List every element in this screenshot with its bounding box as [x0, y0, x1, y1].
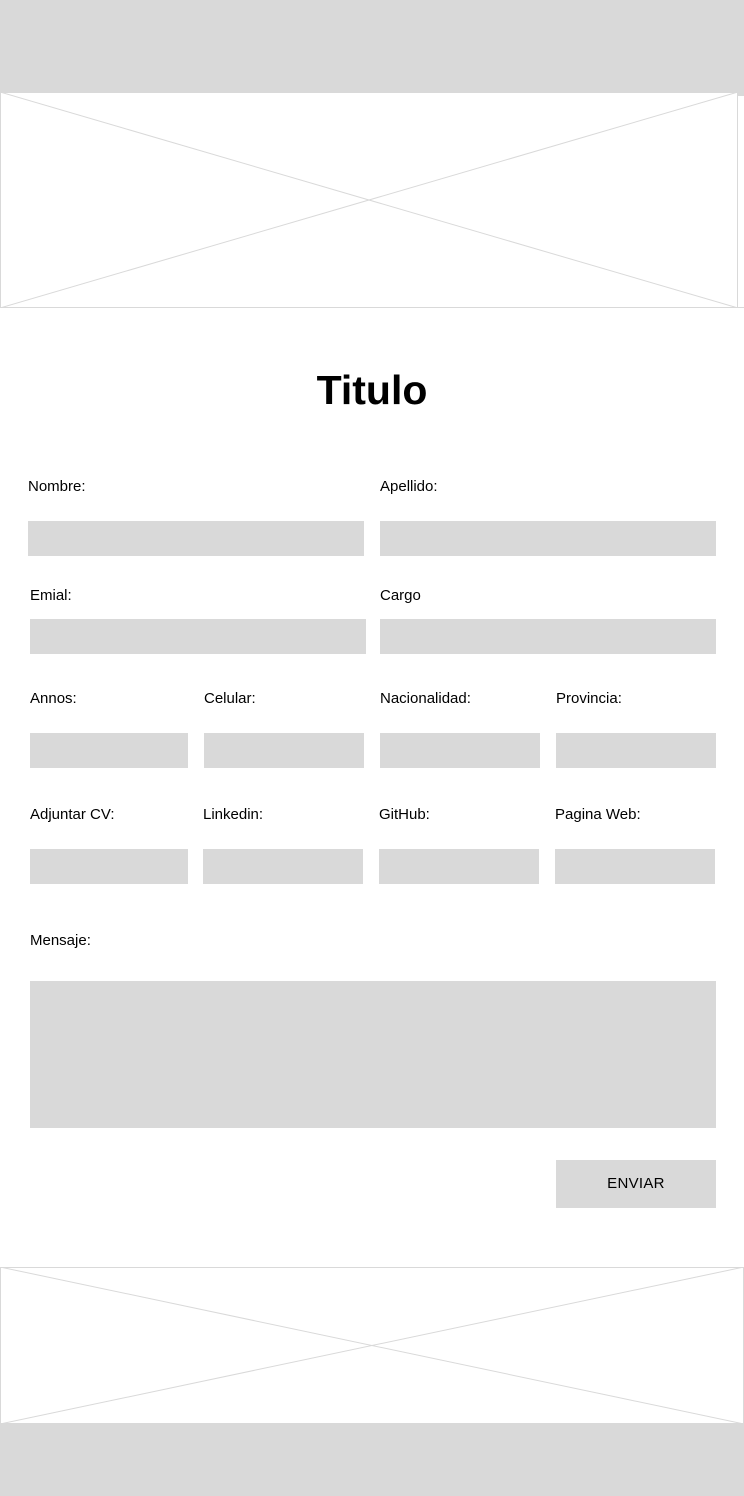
provincia-input[interactable]: [556, 733, 716, 768]
cargo-label: Cargo: [380, 587, 421, 604]
page-title: Titulo: [316, 367, 428, 413]
web-label: Pagina Web:: [555, 806, 641, 823]
footer-bar: [0, 1424, 744, 1496]
nacionalidad-label: Nacionalidad:: [380, 690, 471, 707]
github-input[interactable]: [379, 849, 539, 884]
cv-label: Adjuntar CV:: [30, 806, 115, 823]
annos-input[interactable]: [30, 733, 188, 768]
cargo-input[interactable]: [380, 619, 716, 654]
nacionalidad-input[interactable]: [380, 733, 540, 768]
mensaje-textarea[interactable]: [30, 981, 716, 1128]
footer-image-placeholder: [0, 1267, 744, 1424]
enviar-button[interactable]: ENVIAR: [556, 1160, 716, 1208]
nombre-label: Nombre:: [28, 478, 86, 495]
linkedin-input[interactable]: [203, 849, 363, 884]
apellido-label: Apellido:: [380, 478, 438, 495]
web-input[interactable]: [555, 849, 715, 884]
hero-image-placeholder: [0, 92, 744, 308]
image-placeholder-icon: [0, 1267, 744, 1424]
nombre-input[interactable]: [28, 521, 364, 556]
email-input[interactable]: [30, 619, 366, 654]
image-placeholder-icon: [0, 92, 744, 308]
linkedin-label: Linkedin:: [203, 806, 264, 823]
header-bar: [0, 0, 744, 92]
cv-input[interactable]: [30, 849, 188, 884]
mensaje-label: Mensaje:: [30, 932, 91, 949]
annos-label: Annos:: [30, 690, 77, 707]
celular-label: Celular:: [204, 690, 256, 707]
provincia-label: Provincia:: [556, 690, 622, 707]
apellido-input[interactable]: [380, 521, 716, 556]
github-label: GitHub:: [379, 806, 430, 823]
celular-input[interactable]: [204, 733, 364, 768]
email-label: Emial:: [30, 587, 72, 604]
